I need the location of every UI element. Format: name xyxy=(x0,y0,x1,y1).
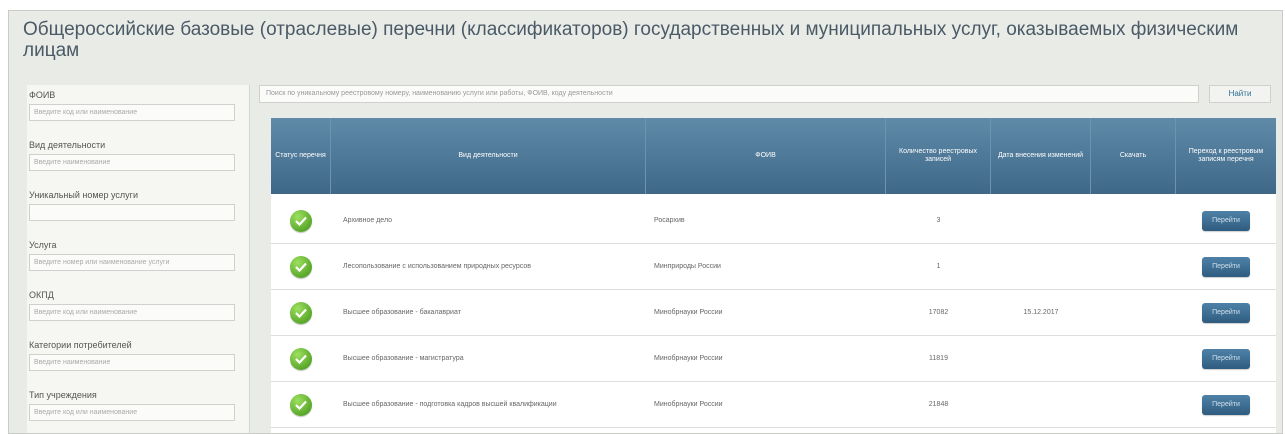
count-cell: 1 xyxy=(936,263,941,270)
date-cell xyxy=(991,198,1091,243)
count-cell: 17082 xyxy=(928,309,949,316)
okpd-input[interactable]: Введите код или наименование xyxy=(29,304,235,321)
header-download: Скачать xyxy=(1091,118,1176,194)
status-cell xyxy=(271,382,331,427)
consumers-input[interactable]: Введите наименование xyxy=(29,354,235,371)
table-row: Лесопользование с использованием природн… xyxy=(271,244,1276,290)
filter-label: Вид деятельности xyxy=(29,140,106,150)
foiv-cell: Минобрнауки России xyxy=(654,309,723,316)
activity-input[interactable]: Введите наименование xyxy=(29,154,235,171)
date-cell xyxy=(991,244,1091,289)
filter-consumers: Категории потребителей Введите наименова… xyxy=(29,339,249,371)
table-row: Высшее образование - магистратура Минобр… xyxy=(271,336,1276,382)
date-cell xyxy=(991,382,1091,427)
activity-cell: Высшее образование - бакалавриат xyxy=(343,309,461,316)
check-circle-icon xyxy=(290,347,312,370)
header-date: Дата внесения изменений xyxy=(991,118,1091,194)
activity-cell: Лесопользование с использованием природн… xyxy=(343,263,531,270)
goto-button[interactable]: Перейти xyxy=(1202,210,1250,231)
filter-label: ОКПД xyxy=(29,290,54,300)
goto-cell: Перейти xyxy=(1176,244,1276,289)
page-title: Общероссийские базовые (отраслевые) пере… xyxy=(23,19,1239,61)
filter-unique-number: Уникальный номер услуги xyxy=(29,189,249,221)
date-cell xyxy=(991,336,1091,381)
filter-foiv: ФОИВ Введите код или наименование xyxy=(29,89,249,121)
count-cell: 3 xyxy=(936,217,941,224)
table-row: Архивное дело Росархив 3 Перейти xyxy=(271,198,1276,244)
filter-label: Услуга xyxy=(29,240,57,250)
check-circle-icon xyxy=(290,393,312,416)
status-cell xyxy=(271,336,331,381)
foiv-cell: Минобрнауки России xyxy=(654,401,723,408)
foiv-input[interactable]: Введите код или наименование xyxy=(29,104,235,121)
header-goto: Переход к реестровым записям перечня xyxy=(1188,148,1264,163)
check-circle-icon xyxy=(290,255,312,278)
goto-button[interactable]: Перейти xyxy=(1202,348,1250,369)
institution-type-input[interactable]: Введите код или наименование xyxy=(29,404,235,421)
activity-cell: Высшее образование - подготовка кадров в… xyxy=(343,401,557,408)
filter-institution-type: Тип учреждения Введите код или наименова… xyxy=(29,389,249,421)
header-foiv: ФОИВ xyxy=(646,118,886,194)
filter-service: Услуга Введите номер или наименование ус… xyxy=(29,239,249,271)
filter-label: Категории потребителей xyxy=(29,340,132,350)
activity-cell: Архивное дело xyxy=(343,217,393,224)
goto-button[interactable]: Перейти xyxy=(1202,394,1250,415)
count-cell: 11819 xyxy=(929,355,948,362)
service-input[interactable]: Введите номер или наименование услуги xyxy=(29,254,235,271)
search-button[interactable]: Найти xyxy=(1209,85,1271,103)
header-status: Статус перечня xyxy=(271,118,331,194)
check-circle-icon xyxy=(290,301,312,324)
filter-label: ФОИВ xyxy=(29,90,56,100)
status-cell xyxy=(271,198,331,243)
header-count: Количество реестровых записей xyxy=(886,118,991,194)
filter-label: Тип учреждения xyxy=(29,390,97,400)
goto-cell: Перейти xyxy=(1176,382,1276,427)
page-frame: Общероссийские базовые (отраслевые) пере… xyxy=(8,10,1283,434)
lists-table: Статус перечня Вид деятельности ФОИВ Кол… xyxy=(271,118,1276,433)
check-circle-icon xyxy=(290,209,312,232)
filter-label: Уникальный номер услуги xyxy=(29,190,138,200)
table-header: Статус перечня Вид деятельности ФОИВ Кол… xyxy=(271,118,1276,194)
filter-okpd: ОКПД Введите код или наименование xyxy=(29,289,249,321)
foiv-cell: Минприроды России xyxy=(654,263,721,270)
filter-sidebar: ФОИВ Введите код или наименование Вид де… xyxy=(27,85,250,433)
date-cell: 15.12.2017 xyxy=(1023,309,1059,316)
foiv-cell: Минобрнауки России xyxy=(654,355,723,362)
status-cell xyxy=(271,290,331,335)
goto-button[interactable]: Перейти xyxy=(1202,256,1250,277)
table-row: Высшее образование - бакалавриат Минобрн… xyxy=(271,290,1276,336)
unique-number-input[interactable] xyxy=(29,204,235,221)
count-cell: 21848 xyxy=(928,401,949,408)
table-row: Высшее образование - подготовка кадров в… xyxy=(271,382,1276,428)
goto-cell: Перейти xyxy=(1176,290,1276,335)
search-input[interactable]: Поиск по уникальному реестровому номеру,… xyxy=(259,85,1199,103)
foiv-cell: Росархив xyxy=(654,217,685,224)
header-activity: Вид деятельности xyxy=(331,118,646,194)
goto-button[interactable]: Перейти xyxy=(1202,302,1250,323)
filter-activity: Вид деятельности Введите наименование xyxy=(29,139,249,171)
activity-cell: Высшее образование - магистратура xyxy=(343,355,464,362)
goto-cell: Перейти xyxy=(1176,198,1276,243)
goto-cell: Перейти xyxy=(1176,336,1276,381)
status-cell xyxy=(271,244,331,289)
